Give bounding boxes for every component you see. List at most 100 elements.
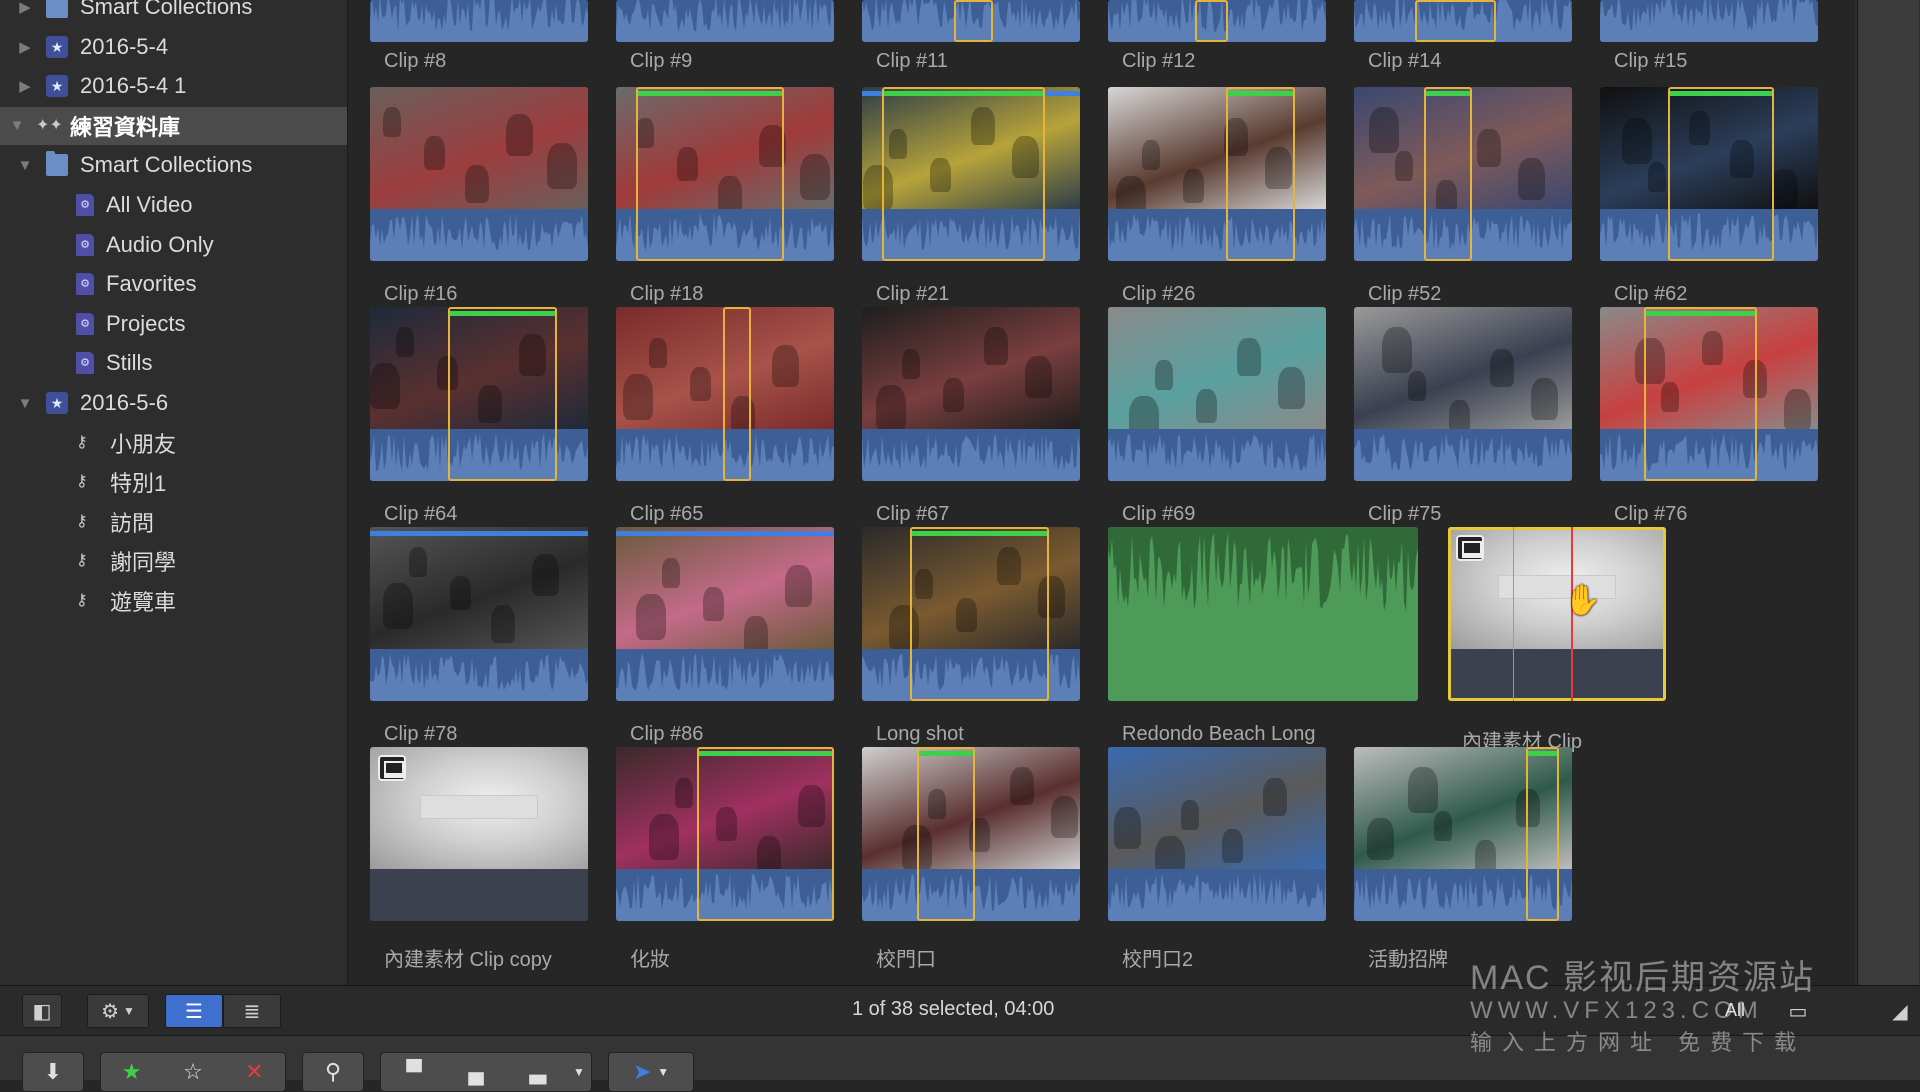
selection-range[interactable] — [1225, 87, 1296, 261]
disclosure-collapsed-icon[interactable]: ▶ — [18, 0, 32, 26]
browser-scrollbar[interactable] — [1855, 0, 1920, 985]
smart-collection-icon: ⚙ — [76, 352, 94, 375]
frame-detail — [1196, 389, 1217, 423]
selection-range[interactable] — [881, 87, 1046, 261]
reject-x-icon[interactable]: ✕ — [224, 1059, 285, 1085]
frame-detail — [1408, 767, 1438, 813]
frame-detail — [1648, 162, 1666, 192]
disclosure-expanded-icon[interactable]: ▼ — [10, 107, 25, 145]
selection-range[interactable] — [1667, 87, 1775, 261]
import-button[interactable]: ⬇ — [22, 1052, 84, 1092]
sidebar-item[interactable]: ⚷ 遊覽車 — [0, 582, 347, 620]
smart-collection-icon: ⚙ — [76, 273, 94, 296]
clip-label: 校門口2 — [1122, 949, 1194, 971]
sidebar-item-label: 練習資料庫 — [70, 114, 181, 140]
sidebar-item[interactable]: ▼ ★ 2016-5-6 — [0, 384, 347, 422]
sidebar-item[interactable]: ⚙ Audio Only — [0, 226, 347, 264]
favorite-bar — [1669, 91, 1773, 96]
edit-chevron-down-icon[interactable]: ▼ — [569, 1065, 589, 1079]
event-star-icon: ★ — [46, 35, 68, 58]
clip-label: 內建素材 Clip copy — [384, 949, 552, 971]
frame-detail — [690, 367, 711, 401]
select-tool-button[interactable]: ➤ ▼ — [608, 1052, 694, 1092]
selection-range[interactable] — [916, 747, 976, 921]
video-frame — [370, 87, 588, 209]
clip-label: Clip #67 — [876, 503, 950, 525]
toggle-sidebar-button[interactable]: ◧ — [22, 994, 62, 1028]
favorite-bar — [918, 751, 974, 756]
selection-range[interactable] — [953, 0, 993, 42]
sidebar-item[interactable]: ⚙ Projects — [0, 305, 347, 343]
disclosure-expanded-icon[interactable]: ▼ — [18, 146, 33, 184]
favorite-bar — [637, 91, 782, 96]
clip-label: 活動招牌 — [1368, 949, 1448, 971]
resize-icon: ◢ — [1892, 1000, 1908, 1023]
selection-range[interactable] — [1643, 307, 1757, 481]
selection-range[interactable] — [909, 527, 1050, 701]
sidebar-item[interactable]: ▼ Smart Collections — [0, 146, 347, 184]
selection-range[interactable] — [1195, 0, 1228, 42]
insert-clip-icon[interactable]: ▄ — [445, 1059, 507, 1085]
selection-range[interactable] — [1526, 747, 1559, 921]
sidebar-item[interactable]: ⚙ Favorites — [0, 265, 347, 303]
disclosure-collapsed-icon[interactable]: ▶ — [18, 67, 32, 105]
keyword-editor-button[interactable]: ⚲ — [302, 1052, 364, 1092]
append-clip-icon[interactable]: ▃ — [507, 1059, 569, 1085]
sidebar-item[interactable]: ⚙ All Video — [0, 186, 347, 224]
connect-clip-icon[interactable]: ▀ — [383, 1059, 445, 1085]
sidebar-item[interactable]: ⚙ Stills — [0, 344, 347, 382]
clip-filmstrip — [1600, 0, 1818, 42]
keyword-collection-icon: ⚷ — [76, 433, 88, 451]
frame-detail — [1434, 811, 1452, 841]
frame-detail — [1181, 800, 1199, 830]
audio-waveform — [1354, 429, 1572, 481]
clip-label: Redondo Beach Long — [1122, 723, 1316, 745]
frame-detail — [675, 778, 693, 808]
scrollbar-thumb[interactable] — [1857, 0, 1919, 985]
clip-filmstrip — [370, 0, 588, 42]
clip-label: Long shot — [876, 723, 964, 745]
selection-range[interactable] — [1415, 0, 1496, 42]
disclosure-expanded-icon[interactable]: ▼ — [18, 384, 33, 422]
event-star-icon: ★ — [46, 75, 68, 98]
sidebar-item[interactable]: ▼ ✦✦ 練習資料庫 — [0, 106, 347, 145]
clip-label: Clip #86 — [630, 723, 704, 745]
sidebar-item[interactable]: ▶ ★ 2016-5-4 1 — [0, 67, 347, 105]
favorite-star-icon[interactable]: ★ — [101, 1059, 162, 1085]
sidebar-item-label: 謝同學 — [110, 550, 177, 576]
frame-detail — [424, 136, 445, 170]
audio-waveform — [1108, 869, 1326, 921]
clip-filter-menu[interactable]: All — [1725, 1000, 1745, 1021]
tool-chevron-down-icon: ▼ — [657, 1065, 670, 1079]
disclosure-collapsed-icon[interactable]: ▶ — [18, 28, 32, 66]
frame-detail — [1155, 360, 1173, 390]
sidebar-item[interactable]: ⚷ 訪問 — [0, 503, 347, 541]
resize-handle[interactable]: ◢ — [1880, 994, 1920, 1028]
sidebar-item[interactable]: ▶ ★ 2016-5-4 — [0, 28, 347, 66]
sidebar-item[interactable]: ⚷ 謝同學 — [0, 542, 347, 580]
selection-range[interactable] — [722, 307, 752, 481]
sidebar-item-label: 2016-5-4 1 — [80, 73, 187, 99]
clip-label: Clip #15 — [1614, 50, 1688, 72]
list-view-button[interactable]: ≣ — [223, 994, 281, 1028]
frame-detail — [396, 327, 414, 357]
frame-detail — [943, 378, 964, 412]
selection-range[interactable] — [635, 87, 784, 261]
sidebar-item[interactable]: ⚷ 特別1 — [0, 463, 347, 501]
selection-status: 1 of 38 selected, 04:00 — [852, 998, 1055, 1020]
frame-detail — [491, 605, 515, 643]
video-frame — [1108, 307, 1326, 442]
smart-collection-icon: ⚙ — [76, 233, 94, 256]
selection-range[interactable] — [1423, 87, 1472, 261]
sidebar-item[interactable]: ▶ Smart Collections — [0, 0, 347, 26]
clip-appearance-button[interactable]: ▭ — [1778, 994, 1818, 1028]
clip-filmstrip — [1354, 307, 1572, 481]
selection-range[interactable] — [448, 307, 558, 481]
audio-waveform — [1600, 0, 1818, 42]
unrate-star-icon[interactable]: ☆ — [162, 1059, 223, 1085]
sidebar-item[interactable]: ⚷ 小朋友 — [0, 424, 347, 462]
frame-detail — [1518, 158, 1545, 200]
selection-range[interactable] — [696, 747, 834, 921]
action-menu-button[interactable]: ⚙ ▼ — [87, 994, 149, 1028]
filmstrip-view-button[interactable]: ☰ — [165, 994, 223, 1028]
